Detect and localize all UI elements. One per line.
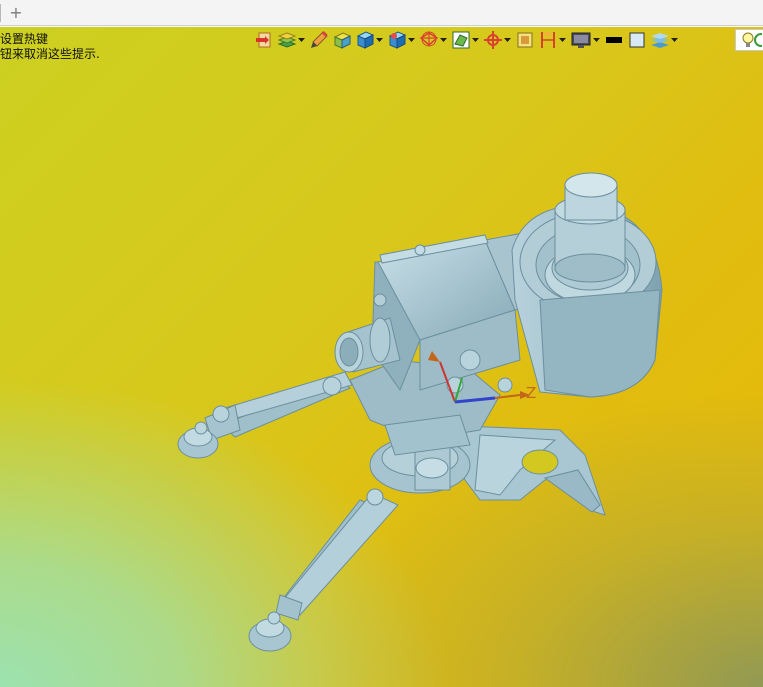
turret-drum	[511, 172, 663, 398]
front-leg	[248, 488, 399, 652]
3d-model[interactable]: Z	[0, 27, 763, 687]
left-leg	[177, 371, 353, 459]
graphics-viewport[interactable]: 设置热键 钮来取消这些提示. Z	[0, 27, 763, 687]
new-tab-button[interactable]: +	[7, 3, 25, 23]
tab-separator	[0, 4, 1, 22]
application-window: + 设置热键 钮来取消这些提示. Z	[0, 0, 763, 687]
model-geometry	[177, 172, 663, 652]
triad-z-label: Z	[526, 384, 536, 402]
tab-strip: +	[0, 0, 763, 26]
